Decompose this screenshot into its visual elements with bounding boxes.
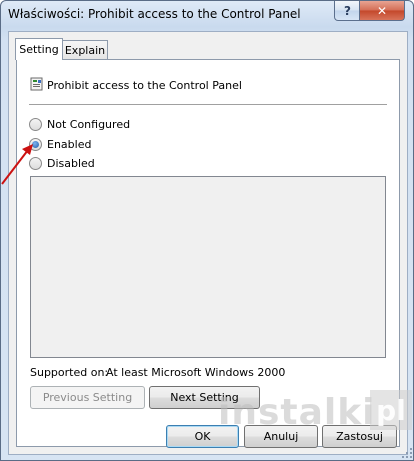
apply-label: Zastosuj xyxy=(336,430,383,443)
ok-button[interactable]: OK xyxy=(166,425,239,448)
previous-setting-button[interactable]: Previous Setting xyxy=(30,386,145,409)
option-enabled-label: Enabled xyxy=(47,138,92,151)
option-disabled[interactable]: Disabled xyxy=(29,157,95,170)
resize-grip-icon[interactable] xyxy=(401,447,413,459)
option-not-configured[interactable]: Not Configured xyxy=(29,118,130,131)
next-setting-label: Next Setting xyxy=(170,391,239,404)
annotation-arrow-icon xyxy=(1,144,33,185)
setting-panel: Prohibit access to the Control Panel Not… xyxy=(16,59,400,447)
title-bar[interactable]: Właściwości: Prohibit access to the Cont… xyxy=(1,1,413,29)
tab-explain[interactable]: Explain xyxy=(62,40,108,60)
supported-on-label: Supported on: xyxy=(30,366,109,379)
options-area xyxy=(30,176,386,358)
dialog-client-area: Setting Explain Prohibit access to the C… xyxy=(8,31,408,455)
properties-dialog: Właściwości: Prohibit access to the Cont… xyxy=(0,0,414,461)
help-button[interactable]: ? xyxy=(334,1,361,21)
previous-setting-label: Previous Setting xyxy=(42,391,133,404)
help-icon: ? xyxy=(344,3,351,18)
tab-setting[interactable]: Setting xyxy=(15,38,63,60)
policy-name: Prohibit access to the Control Panel xyxy=(47,79,242,92)
cancel-button[interactable]: Anuluj xyxy=(244,425,318,448)
policy-setting-icon xyxy=(30,77,43,91)
window-title: Właściwości: Prohibit access to the Cont… xyxy=(8,7,301,21)
ok-label: OK xyxy=(194,430,211,443)
close-icon: ✕ xyxy=(376,3,388,18)
cancel-label: Anuluj xyxy=(263,430,299,443)
apply-button[interactable]: Zastosuj xyxy=(322,425,397,448)
supported-on-value: At least Microsoft Windows 2000 xyxy=(106,366,286,379)
separator xyxy=(29,104,387,105)
radio-not-configured[interactable] xyxy=(29,118,42,131)
next-setting-button[interactable]: Next Setting xyxy=(149,386,260,409)
tab-setting-label: Setting xyxy=(19,43,59,56)
option-not-configured-label: Not Configured xyxy=(47,118,131,131)
tab-explain-label: Explain xyxy=(64,44,106,57)
option-enabled[interactable]: Enabled xyxy=(29,138,91,151)
option-disabled-label: Disabled xyxy=(47,157,95,170)
close-button[interactable]: ✕ xyxy=(359,1,405,21)
